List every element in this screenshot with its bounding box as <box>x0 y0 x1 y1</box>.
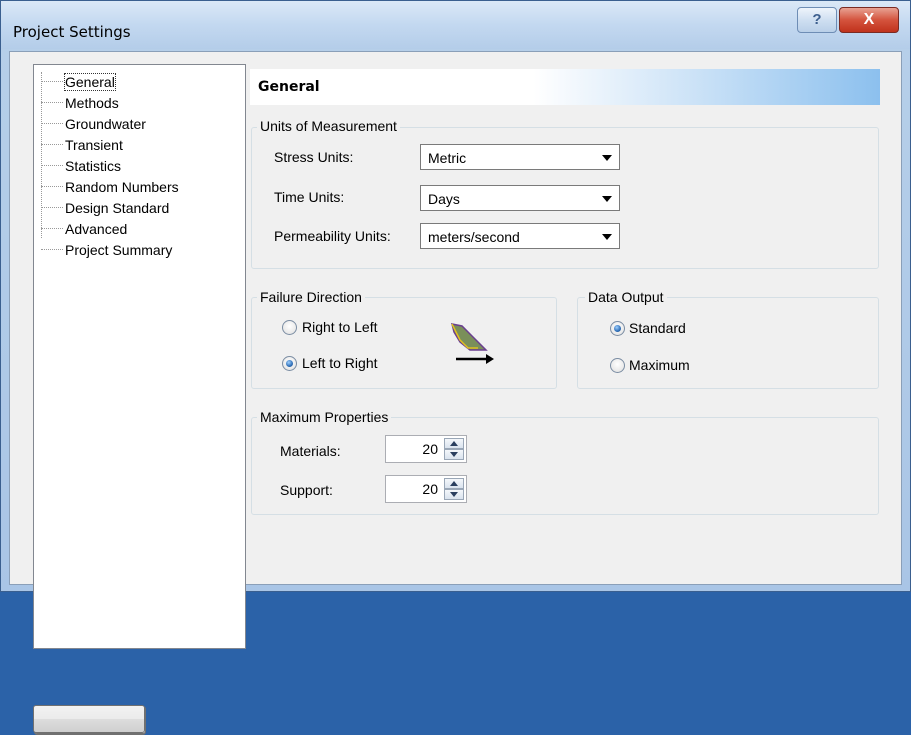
support-stepper[interactable]: 20 <box>385 475 467 503</box>
section-title: General <box>258 79 320 95</box>
chevron-down-icon <box>602 234 612 240</box>
chevron-down-icon <box>602 155 612 161</box>
permeability-units-label: Permeability Units: <box>274 228 391 244</box>
right-to-left-radio[interactable] <box>282 320 297 335</box>
permeability-units-select[interactable]: meters/second <box>420 223 620 249</box>
tree-item-general[interactable]: General <box>64 73 116 91</box>
support-decrement-button[interactable] <box>444 489 464 500</box>
materials-stepper[interactable]: 20 <box>385 435 467 463</box>
tree-item-groundwater[interactable]: Groundwater <box>65 116 146 132</box>
failure-direction-label: Failure Direction <box>257 289 365 305</box>
dialog-title: Project Settings <box>13 23 131 41</box>
close-button[interactable]: X <box>839 7 899 33</box>
standard-radio[interactable] <box>610 321 625 336</box>
materials-decrement-button[interactable] <box>444 449 464 460</box>
tree-item-project-summary[interactable]: Project Summary <box>65 242 172 258</box>
tree-item-transient[interactable]: Transient <box>65 137 123 153</box>
materials-label: Materials: <box>280 443 341 459</box>
stress-units-label: Stress Units: <box>274 149 354 165</box>
dialog-body: General Methods Groundwater Transient St… <box>9 51 902 735</box>
tree-item-methods[interactable]: Methods <box>65 95 119 111</box>
left-to-right-label[interactable]: Left to Right <box>302 355 378 371</box>
maximum-label[interactable]: Maximum <box>629 357 690 373</box>
slope-direction-icon <box>450 323 494 364</box>
tree-connector <box>41 72 42 238</box>
title-bar: Project Settings ? X <box>1 1 910 49</box>
support-increment-button[interactable] <box>444 478 464 489</box>
units-group-label: Units of Measurement <box>257 118 400 134</box>
stress-units-select[interactable]: Metric <box>420 144 620 170</box>
time-units-label: Time Units: <box>274 189 345 205</box>
left-to-right-radio[interactable] <box>282 356 297 371</box>
tree-item-statistics[interactable]: Statistics <box>65 158 121 174</box>
project-settings-dialog: Project Settings ? X General Methods Gro… <box>0 0 911 735</box>
help-button[interactable]: ? <box>797 7 837 33</box>
time-units-select[interactable]: Days <box>420 185 620 211</box>
materials-increment-button[interactable] <box>444 438 464 449</box>
support-label: Support: <box>280 482 333 498</box>
chevron-down-icon <box>602 196 612 202</box>
tree-item-design-standard[interactable]: Design Standard <box>65 200 169 216</box>
max-properties-group <box>251 417 879 515</box>
standard-label[interactable]: Standard <box>629 320 686 336</box>
right-to-left-label[interactable]: Right to Left <box>302 319 378 335</box>
tree-item-random-numbers[interactable]: Random Numbers <box>65 179 179 195</box>
maximum-radio[interactable] <box>610 358 625 373</box>
tree-item-advanced[interactable]: Advanced <box>65 221 127 237</box>
data-output-group <box>577 297 879 389</box>
section-header: General <box>250 69 880 105</box>
failure-direction-group <box>251 297 557 389</box>
max-properties-label: Maximum Properties <box>257 409 392 425</box>
data-output-label: Data Output <box>585 289 667 305</box>
